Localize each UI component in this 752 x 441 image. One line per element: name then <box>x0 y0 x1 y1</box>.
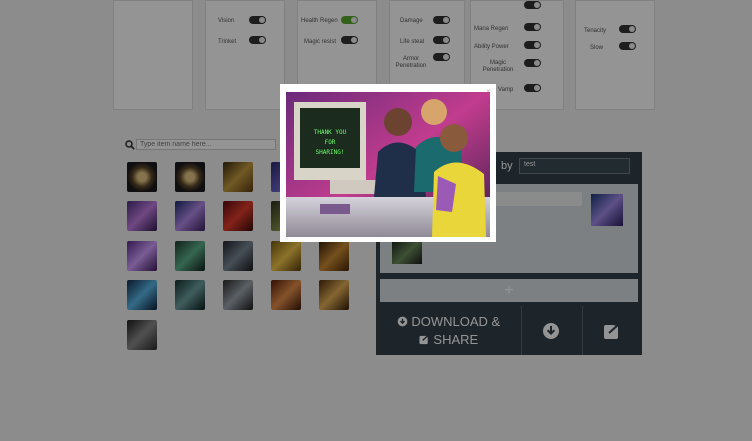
screen-text-2: FOR <box>325 139 336 146</box>
thank-you-image: THANK YOU FOR SHARING! <box>286 92 490 237</box>
screen-text-1: THANK YOU <box>314 129 347 136</box>
thank-you-modal: × THANK YOU FOR SHARING! <box>280 84 496 242</box>
retro-gamers-illustration: THANK YOU FOR SHARING! <box>286 92 490 237</box>
screen-text-3: SHARING! <box>316 149 345 156</box>
